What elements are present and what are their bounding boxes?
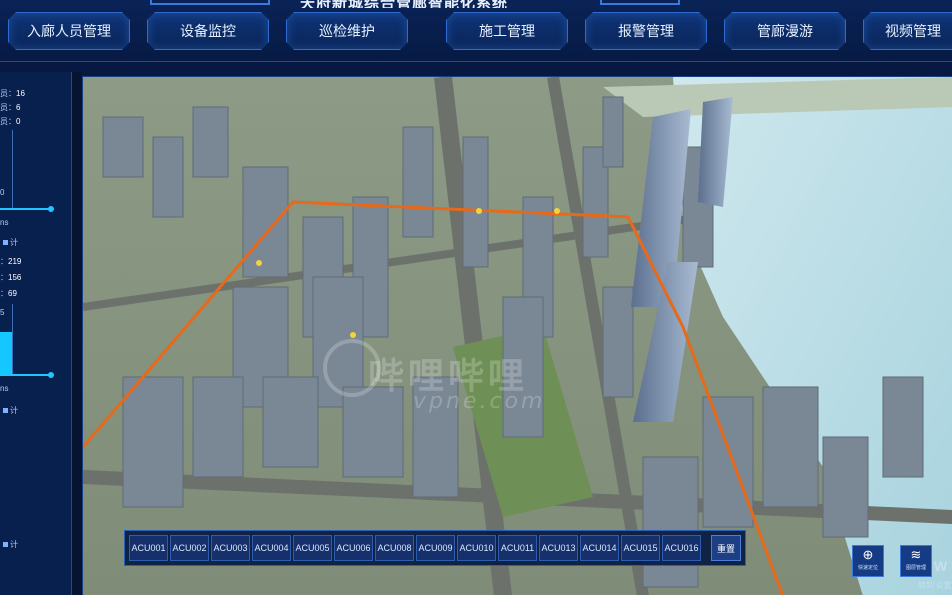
chart-axis-y-2 xyxy=(12,304,13,374)
top-nav-bar: 天府新城综合管廊智能化系统 入廊人员管理 设备监控 巡检维护 施工管理 报警管理… xyxy=(0,0,952,62)
tick-label-top: 0 xyxy=(0,188,5,197)
left-stats-panel: 员：16 员：6 员：0 0 ns 计 ：219 ：156 ：69 5 ns 计… xyxy=(0,72,72,595)
acu-button-010[interactable]: ACU010 xyxy=(457,535,496,561)
acu-button-016[interactable]: ACU016 xyxy=(662,535,701,561)
value-line-b: ：156 xyxy=(0,273,22,282)
windows-activation-text: 转到'设置 xyxy=(918,581,952,590)
unit-label-2: ns xyxy=(0,384,9,393)
legend-label-1: 计 xyxy=(10,238,18,247)
stat-line-3: 员：0 xyxy=(0,117,21,126)
panel-gutter xyxy=(72,72,82,595)
app-root: 天府新城综合管廊智能化系统 入廊人员管理 设备监控 巡检维护 施工管理 报警管理… xyxy=(0,0,952,595)
level-bar xyxy=(0,332,12,374)
legend-label-3: 计 xyxy=(10,540,18,549)
acu-button-014[interactable]: ACU014 xyxy=(580,535,619,561)
reset-button[interactable]: 重置 xyxy=(711,535,741,561)
acu-button-006[interactable]: ACU006 xyxy=(334,535,373,561)
acu-button-003[interactable]: ACU003 xyxy=(211,535,250,561)
nav-personnel-management[interactable]: 入廊人员管理 xyxy=(8,12,130,50)
nav-video-management[interactable]: 视频管理 xyxy=(863,12,952,50)
watermark-subtext: vpne.com xyxy=(413,389,546,414)
stat-line-2: 员：6 xyxy=(0,103,21,112)
chart-axis-y-1 xyxy=(12,130,13,208)
value-line-c: ：69 xyxy=(0,289,17,298)
acu-button-005[interactable]: ACU005 xyxy=(293,535,332,561)
legend-swatch-1 xyxy=(3,240,8,245)
axis-end-dot-1 xyxy=(48,206,54,212)
nav-corridor-roaming[interactable]: 管廊漫游 xyxy=(724,12,846,50)
windows-activation-partial: W xyxy=(934,558,948,574)
acu-button-015[interactable]: ACU015 xyxy=(621,535,660,561)
quick-locate-button[interactable]: ⊕ 快速定位 xyxy=(852,545,884,577)
nav-construction-management[interactable]: 施工管理 xyxy=(446,12,568,50)
crosshair-icon: ⊕ xyxy=(862,547,874,562)
title-decoration-right xyxy=(600,0,680,5)
stat-line-1: 员：16 xyxy=(0,89,25,98)
nav-device-monitoring[interactable]: 设备监控 xyxy=(147,12,269,50)
acu-button-002[interactable]: ACU002 xyxy=(170,535,209,561)
axis-end-dot-2 xyxy=(48,372,54,378)
city-3d-map[interactable]: 哔哩哔哩 vpne.com xyxy=(82,76,952,595)
acu-button-011[interactable]: ACU011 xyxy=(498,535,537,561)
legend-swatch-3 xyxy=(3,542,8,547)
app-title: 天府新城综合管廊智能化系统 xyxy=(300,0,600,8)
value-line-a: ：219 xyxy=(0,257,22,266)
acu-button-009[interactable]: ACU009 xyxy=(416,535,455,561)
acu-button-013[interactable]: ACU013 xyxy=(539,535,578,561)
acu-button-004[interactable]: ACU004 xyxy=(252,535,291,561)
unit-label-1: ns xyxy=(0,218,9,227)
nav-alarm-management[interactable]: 报警管理 xyxy=(585,12,707,50)
layer-management-label: 图层管理 xyxy=(905,565,926,571)
layers-icon: ≋ xyxy=(910,547,922,562)
legend-label-2: 计 xyxy=(10,406,18,415)
layer-management-button[interactable]: ≋ 图层管理 xyxy=(900,545,932,577)
acu-selector-bar: ACU001 ACU002 ACU003 ACU004 ACU005 ACU00… xyxy=(124,530,746,566)
map-scene xyxy=(83,77,952,595)
chart-axis-x-2 xyxy=(0,374,52,376)
acu-button-008[interactable]: ACU008 xyxy=(375,535,414,561)
tick-label-mid: 5 xyxy=(0,308,5,317)
legend-swatch-2 xyxy=(3,408,8,413)
title-decoration-left xyxy=(150,0,270,5)
acu-button-001[interactable]: ACU001 xyxy=(129,535,168,561)
nav-inspection-maintenance[interactable]: 巡检维护 xyxy=(286,12,408,50)
chart-axis-x-1 xyxy=(0,208,52,210)
quick-locate-label: 快速定位 xyxy=(857,565,878,571)
